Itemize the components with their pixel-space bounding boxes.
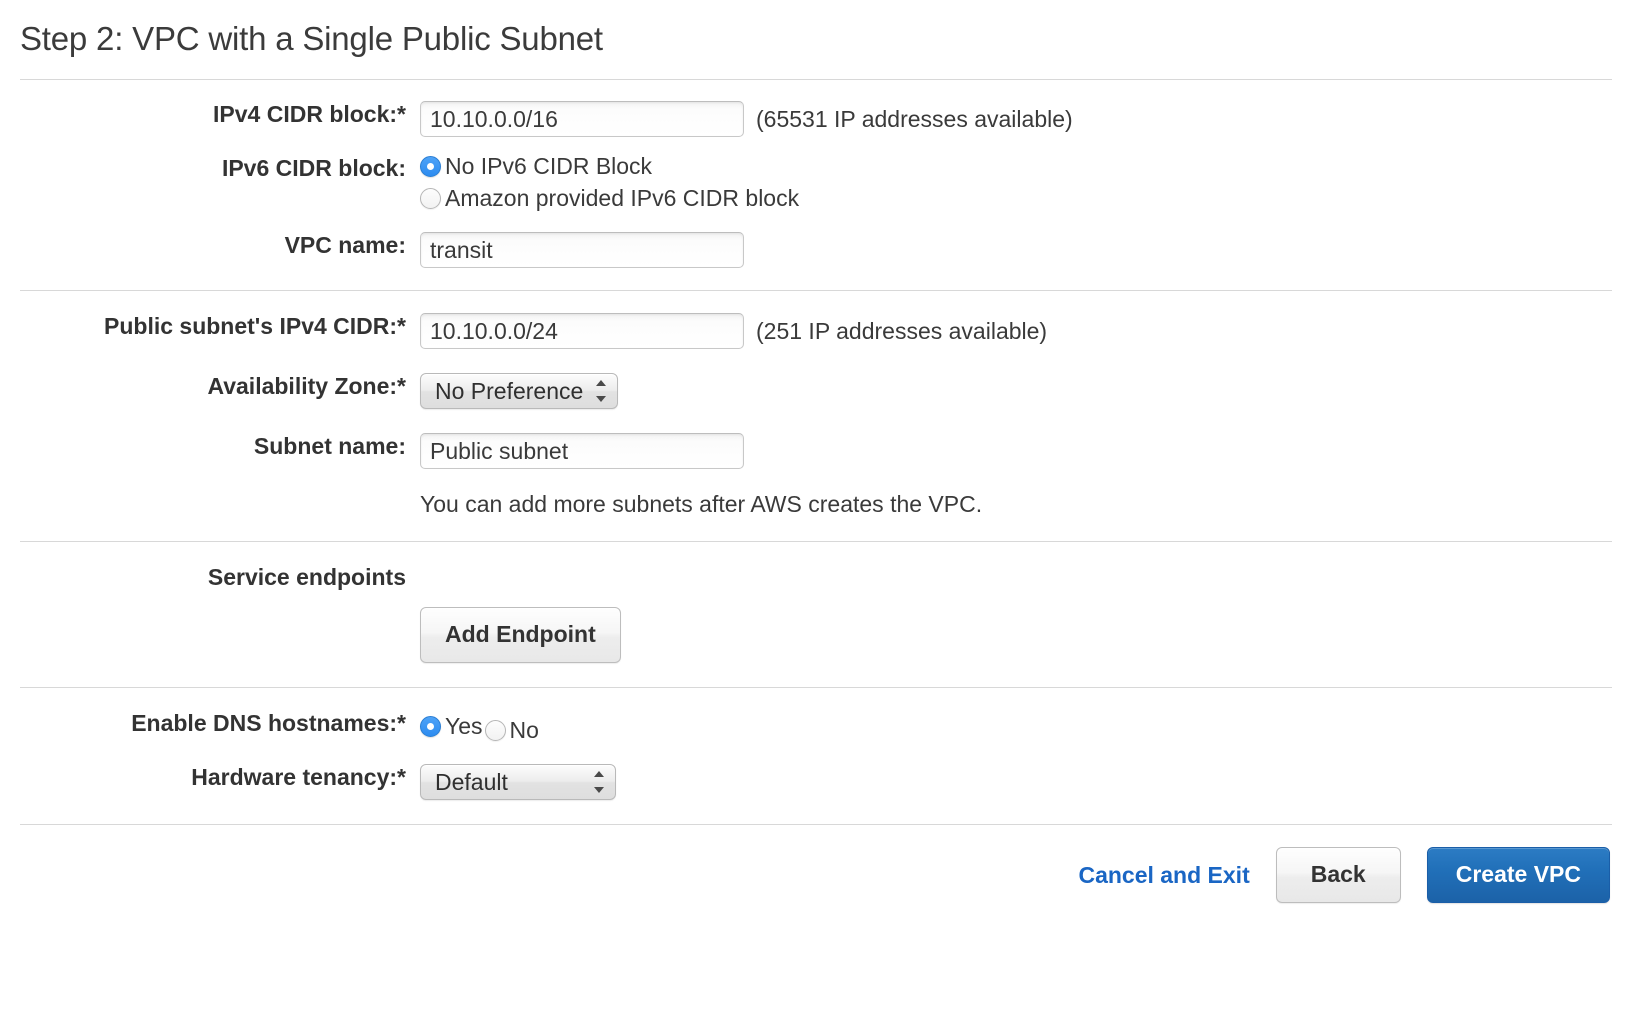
page-title: Step 2: VPC with a Single Public Subnet xyxy=(20,20,603,57)
options-section: Enable DNS hostnames:* Yes No Hardware t… xyxy=(0,710,1632,801)
row-public-subnet-cidr: Public subnet's IPv4 CIDR:* (251 IP addr… xyxy=(0,313,1632,350)
hardware-tenancy-label: Hardware tenancy:* xyxy=(191,764,406,791)
divider-vpc-subnet xyxy=(20,290,1612,292)
vpc-wizard-page: Step 2: VPC with a Single Public Subnet … xyxy=(0,0,1632,1032)
row-vpc-name: VPC name: xyxy=(0,232,1632,269)
subnet-name-input[interactable] xyxy=(420,433,744,470)
row-subnet-name: Subnet name: xyxy=(0,433,1632,470)
row-service-endpoints-label: Service endpoints xyxy=(0,564,1632,592)
divider-under-title xyxy=(20,79,1612,81)
row-ipv4-cidr: IPv4 CIDR block:* (65531 IP addresses av… xyxy=(0,101,1632,138)
radio-amazon-provided-ipv6[interactable]: Amazon provided IPv6 CIDR block xyxy=(420,187,1632,210)
radio-dns-hostnames-yes[interactable]: Yes xyxy=(420,712,483,739)
create-vpc-button[interactable]: Create VPC xyxy=(1426,847,1610,904)
ipv6-cidr-label: IPv6 CIDR block: xyxy=(221,155,406,182)
dns-hostnames-label: Enable DNS hostnames:* xyxy=(131,710,406,737)
row-hardware-tenancy: Hardware tenancy:* Default xyxy=(0,764,1632,801)
row-dns-hostnames: Enable DNS hostnames:* Yes No xyxy=(0,710,1632,742)
ipv4-cidr-input[interactable] xyxy=(420,101,744,138)
back-button[interactable]: Back xyxy=(1275,847,1401,904)
availability-zone-select[interactable]: No Preference xyxy=(420,373,619,410)
row-add-endpoint: Add Endpoint xyxy=(0,607,1632,664)
availability-zone-selected-value[interactable]: No Preference xyxy=(420,373,619,410)
radio-icon-unselected[interactable] xyxy=(420,188,441,210)
subnet-section: Public subnet's IPv4 CIDR:* (251 IP addr… xyxy=(0,313,1632,519)
row-ipv6-cidr: IPv6 CIDR block: No IPv6 CIDR Block Amaz… xyxy=(0,155,1632,210)
row-subnet-help: You can add more subnets after AWS creat… xyxy=(0,491,1632,519)
radio-icon-selected[interactable] xyxy=(420,715,441,737)
radio-label: Amazon provided IPv6 CIDR block xyxy=(445,185,800,212)
vpc-name-label: VPC name: xyxy=(284,232,406,259)
row-availability-zone: Availability Zone:* No Preference xyxy=(0,373,1632,410)
radio-no-ipv6-cidr-block[interactable]: No IPv6 CIDR Block xyxy=(420,155,1632,178)
subnet-name-label: Subnet name: xyxy=(253,433,406,460)
hardware-tenancy-select[interactable]: Default xyxy=(420,764,616,801)
subnet-help-text: You can add more subnets after AWS creat… xyxy=(420,491,983,518)
footer-actions: Cancel and Exit Back Create VPC xyxy=(0,825,1632,904)
divider-subnet-endpoints xyxy=(20,540,1612,542)
divider-endpoints-options xyxy=(20,687,1612,689)
cancel-and-exit-link[interactable]: Cancel and Exit xyxy=(1078,862,1249,889)
hardware-tenancy-selected-value[interactable]: Default xyxy=(420,764,616,801)
endpoints-section: Service endpoints Add Endpoint xyxy=(0,564,1632,664)
radio-icon-selected[interactable] xyxy=(420,156,441,178)
public-subnet-cidr-hint: (251 IP addresses available) xyxy=(756,317,1048,344)
radio-dns-hostnames-no[interactable]: No xyxy=(484,717,539,744)
radio-icon-unselected[interactable] xyxy=(484,720,506,742)
service-endpoints-label: Service endpoints xyxy=(207,563,406,590)
add-endpoint-button[interactable]: Add Endpoint xyxy=(420,607,621,664)
public-subnet-cidr-input[interactable] xyxy=(420,313,744,350)
public-subnet-cidr-label: Public subnet's IPv4 CIDR:* xyxy=(104,313,406,340)
radio-label: No xyxy=(509,717,539,744)
vpc-name-input[interactable] xyxy=(420,232,744,269)
radio-label: No IPv6 CIDR Block xyxy=(445,153,653,180)
ipv4-cidr-hint: (65531 IP addresses available) xyxy=(756,105,1073,132)
radio-label: Yes xyxy=(445,712,483,739)
ipv4-cidr-label: IPv4 CIDR block:* xyxy=(213,101,406,128)
vpc-section: IPv4 CIDR block:* (65531 IP addresses av… xyxy=(0,101,1632,269)
availability-zone-label: Availability Zone:* xyxy=(207,373,406,400)
